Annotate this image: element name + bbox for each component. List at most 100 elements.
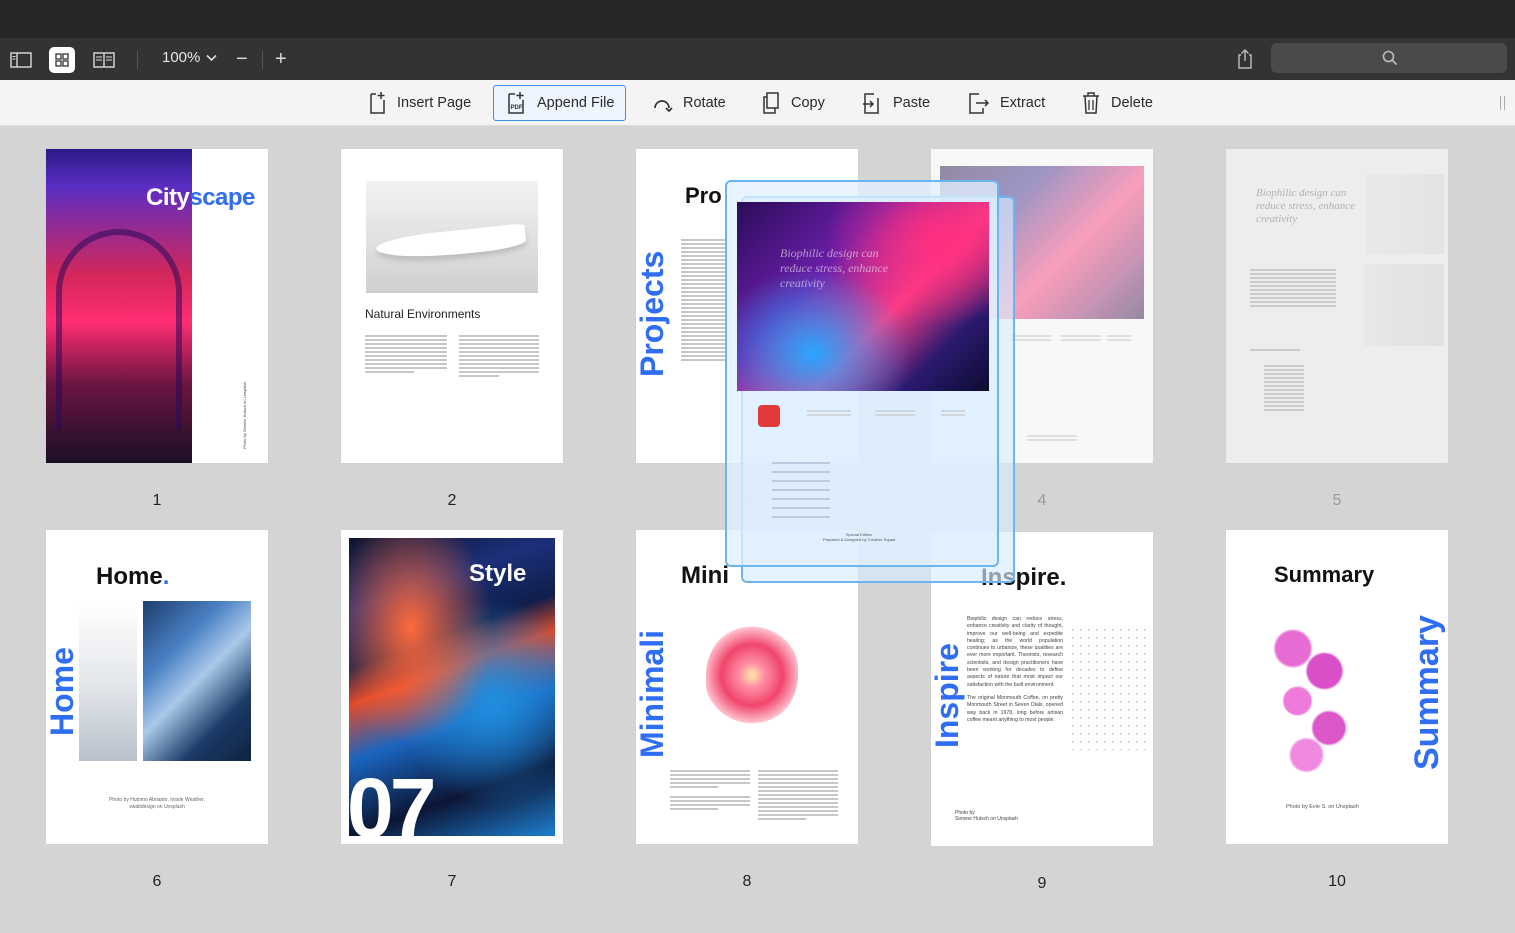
append-file-label: Append File [537, 95, 615, 111]
page-number-10: 10 [1328, 873, 1346, 890]
vertical-title: Inspire [931, 643, 965, 748]
page-thumbnail-7[interactable]: Style 07 [341, 530, 563, 844]
body-text-lines [772, 462, 830, 525]
body-text-lines [1027, 435, 1077, 443]
body-text-lines [807, 410, 851, 418]
window-titlebar [0, 0, 1515, 38]
search-field[interactable] [1271, 43, 1507, 73]
body-text: Biophilic design can reduce stress, enha… [967, 616, 1063, 724]
toolbar-divider [262, 51, 263, 69]
dragged-page-title: Biophilic design can reduce stress, enha… [780, 246, 889, 290]
extract-icon [969, 93, 990, 114]
page-number-1: 1 [152, 492, 162, 509]
book-view-icon[interactable] [91, 47, 117, 73]
body-text-lines [1250, 349, 1300, 353]
vertical-title: Home [46, 647, 80, 736]
page-title: Natural Environments [365, 307, 481, 321]
body-text-lines [459, 335, 539, 379]
share-icon[interactable] [1235, 48, 1255, 75]
page-title: Summary [1274, 562, 1375, 587]
body-text-lines [1250, 269, 1336, 309]
page-title: Cityscape [146, 184, 255, 211]
architecture-photo [1366, 174, 1444, 254]
vertical-title: Minimali [636, 629, 670, 758]
orchid-photo [1266, 626, 1356, 776]
zoom-dropdown[interactable]: 100% [162, 49, 217, 66]
wing-photo [366, 181, 538, 293]
page-number-8: 8 [742, 873, 752, 890]
trash-icon [1083, 92, 1099, 114]
photo-credit: Photo by Hutomo Abrianto, Inside Weather… [109, 797, 205, 810]
toolbar-divider [137, 51, 138, 69]
dragged-page-footer: Special Edition Prepared & Designed by Cr… [823, 532, 896, 542]
paste-button[interactable]: Paste [849, 85, 942, 121]
body-text-lines [1264, 365, 1304, 413]
page-thumbnail-10[interactable]: Summary Summary Photo by Evie S. on Unsp… [1226, 530, 1448, 844]
rotate-button[interactable]: Rotate [639, 85, 738, 121]
grid-view-icon[interactable] [49, 47, 75, 73]
zoom-in-button[interactable]: + [275, 46, 287, 72]
rotate-icon [654, 100, 673, 113]
body-text-lines [1011, 335, 1051, 343]
body-text-lines [1061, 335, 1101, 343]
vertical-title: Projects [636, 250, 670, 377]
vertical-title: Summary [1408, 615, 1446, 770]
photo-credit: Photo by Simone Hutsch on Unsplash [955, 810, 1019, 822]
paste-label: Paste [893, 95, 931, 111]
ocean-photo [143, 601, 251, 761]
zoom-level: 100% [162, 49, 201, 66]
copy-button[interactable]: Copy [749, 85, 837, 121]
page-thumbnail-5[interactable]: Biophilic design can reduce stress, enha… [1226, 149, 1448, 463]
body-text-lines [1107, 335, 1131, 343]
page-thumbnail-2[interactable]: Natural Environments [341, 149, 563, 463]
body-text-lines [670, 770, 750, 812]
extract-button[interactable]: Extract [954, 85, 1057, 121]
page-title: Style [469, 560, 527, 587]
page-thumbnail-6[interactable]: Home. Home Photo by Hutomo Abrianto, Ins… [46, 530, 268, 844]
photo-credit: Photo by Evie S. on Unsplash [1286, 804, 1359, 810]
page-number-6: 6 [152, 873, 162, 890]
page-title: Mini [681, 562, 729, 589]
body-text-lines [681, 239, 727, 363]
page-title: Home. [96, 563, 170, 590]
architecture-photo [79, 601, 137, 761]
page-title: Pro [685, 183, 722, 208]
chevron-down-icon [206, 54, 217, 61]
insert-page-icon [370, 92, 385, 114]
page-number-9: 9 [1037, 875, 1047, 892]
architecture-photo [1364, 264, 1444, 346]
sidebar-toggle-icon[interactable] [8, 47, 34, 73]
search-icon [1382, 50, 1398, 66]
body-paragraph: The original Monmouth Coffee, on pretty … [967, 694, 1063, 723]
body-text-lines [365, 335, 447, 375]
body-text-lines [758, 770, 838, 822]
page-title: Biophilic design can reduce stress, enha… [1256, 187, 1356, 225]
page-number-2: 2 [447, 492, 457, 509]
app-logo-icon [758, 405, 780, 427]
toolbar-resize-handle[interactable] [1500, 96, 1505, 110]
insert-page-button[interactable]: Insert Page [355, 85, 483, 121]
photo-credit: Photo by Simone Hutsch on Unsplash [242, 381, 247, 449]
delete-label: Delete [1111, 95, 1153, 111]
body-text-lines [875, 410, 915, 418]
insert-page-label: Insert Page [397, 95, 472, 111]
extract-label: Extract [1000, 95, 1046, 111]
page-number-7: 7 [447, 873, 457, 890]
flower-photo [706, 625, 798, 725]
pdf-file-icon: PDF [508, 92, 524, 114]
append-file-button[interactable]: PDF Append File [493, 85, 627, 121]
zoom-out-button[interactable]: − [236, 46, 248, 72]
page-action-toolbar: Insert Page PDF Append File Rotate Copy … [0, 80, 1515, 126]
svg-text:PDF: PDF [511, 105, 523, 111]
dragged-page[interactable]: Biophilic design can reduce stress, enha… [725, 180, 999, 567]
copy-label: Copy [791, 95, 825, 111]
page-thumbnail-1[interactable]: Cityscape Photo by Simone Hutsch on Unsp… [46, 149, 268, 463]
delete-button[interactable]: Delete [1069, 85, 1165, 121]
dot-pattern [1069, 626, 1147, 750]
abstract-photo [737, 202, 989, 391]
paste-icon [863, 93, 879, 114]
body-text-lines [941, 410, 965, 418]
body-paragraph: Biophilic design can reduce stress, enha… [967, 616, 1063, 688]
rotate-label: Rotate [683, 95, 726, 111]
page-number-5: 5 [1332, 492, 1342, 509]
